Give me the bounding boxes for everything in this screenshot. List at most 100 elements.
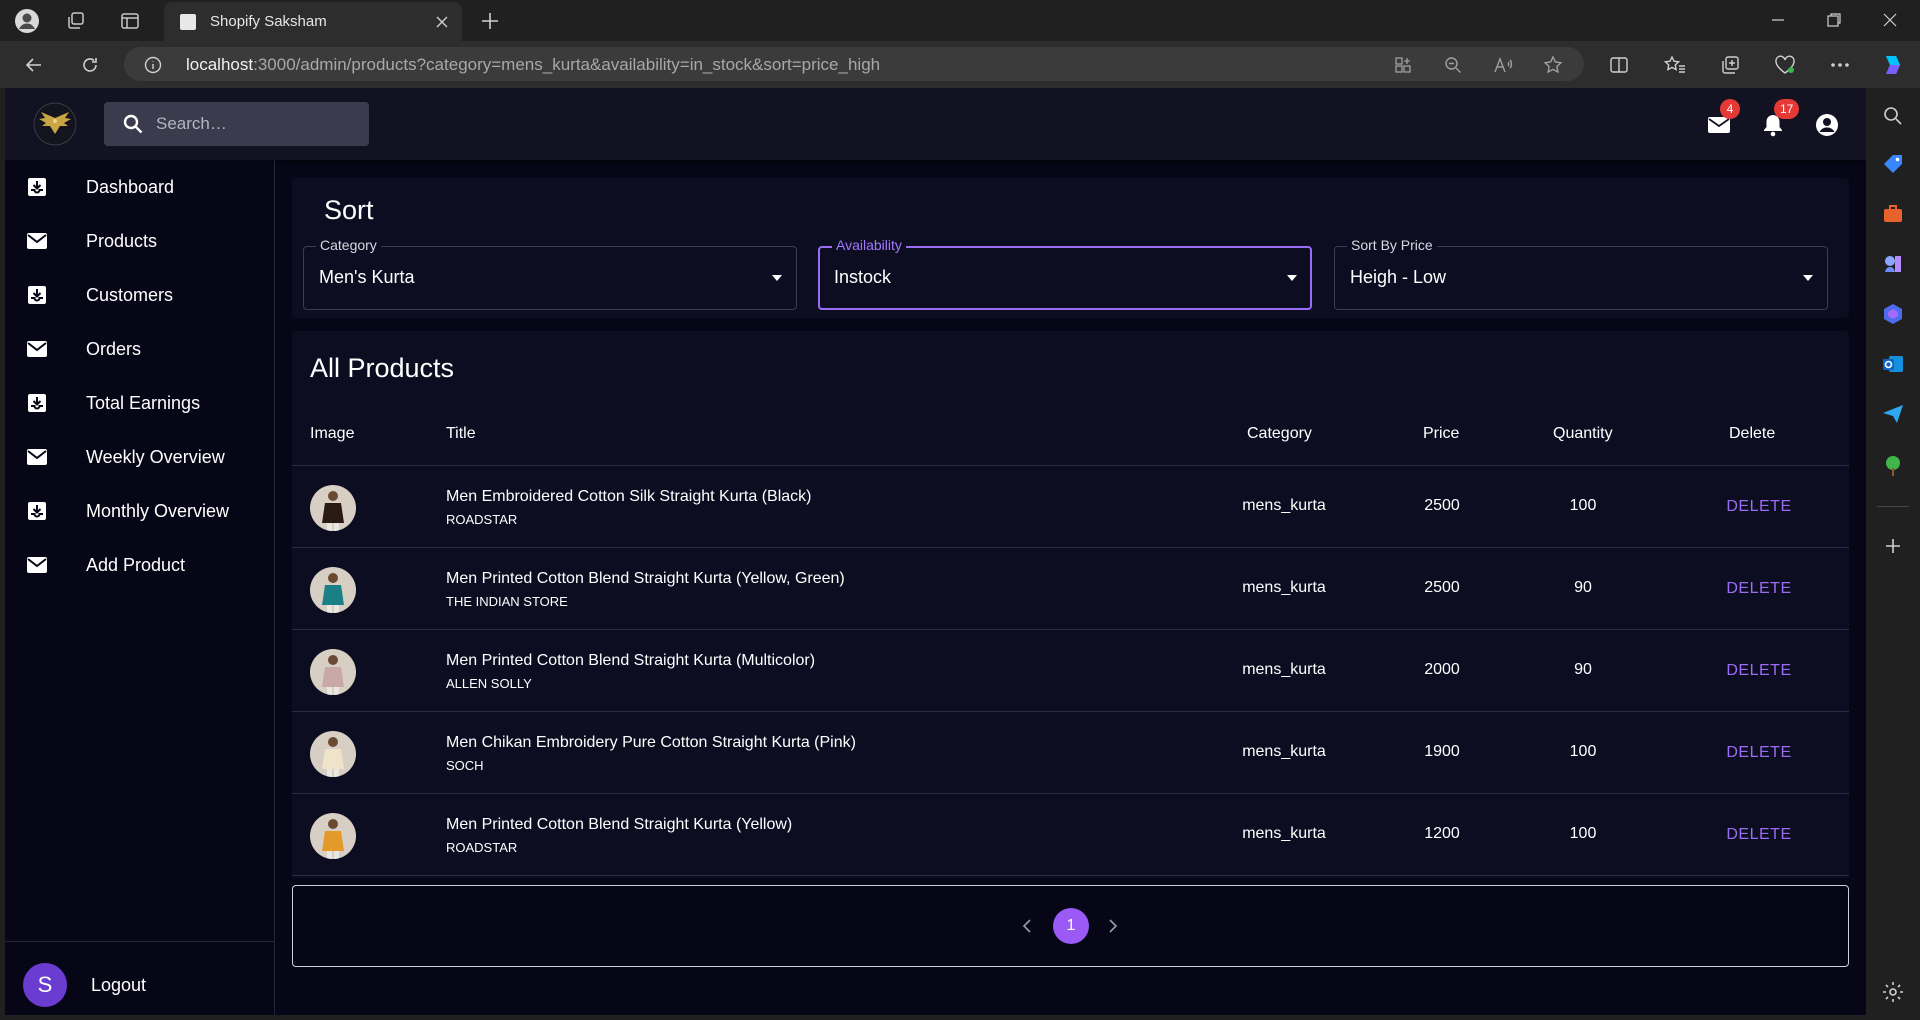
sidebar-item-products[interactable]: Products: [5, 214, 275, 268]
avatar: S: [23, 963, 67, 1007]
sort-card: Sort Category Men's Kurta Availability I…: [292, 178, 1849, 318]
eagle-logo-icon[interactable]: [33, 102, 77, 146]
product-garment-shape: [322, 749, 344, 769]
sidebar-item-dashboard[interactable]: Dashboard: [5, 160, 275, 214]
zoom-out-icon[interactable]: [1442, 54, 1464, 76]
back-icon[interactable]: [18, 50, 50, 80]
read-aloud-icon[interactable]: [1492, 54, 1514, 76]
games-icon[interactable]: [1881, 252, 1905, 276]
mail-icon: [25, 229, 49, 253]
microsoft-365-icon[interactable]: [1881, 302, 1905, 326]
delete-button[interactable]: DELETE: [1699, 662, 1819, 680]
sidebar-item-add-product[interactable]: Add Product: [5, 538, 275, 592]
close-tab-icon[interactable]: [432, 12, 452, 32]
product-title: Men Chikan Embroidery Pure Cotton Straig…: [446, 734, 856, 751]
send-icon[interactable]: [1881, 402, 1905, 426]
dropdown-caret-icon: [1287, 275, 1297, 281]
sort-title: Sort: [324, 195, 374, 225]
mail-icon: [25, 445, 49, 469]
mail-icon: [25, 553, 49, 577]
delete-button[interactable]: DELETE: [1699, 744, 1819, 762]
product-category: mens_kurta: [1242, 743, 1326, 760]
favorite-star-icon[interactable]: [1542, 54, 1564, 76]
app-available-icon[interactable]: [1392, 54, 1414, 76]
sidebar-item-label: Total Earnings: [86, 392, 201, 413]
inbox-icon: [25, 175, 49, 199]
product-brand: ROADSTAR: [446, 840, 518, 855]
product-category: mens_kurta: [1242, 825, 1326, 842]
product-price: 2500: [1424, 497, 1460, 514]
product-title: Men Embroidered Cotton Silk Straight Kur…: [446, 488, 812, 505]
sidebar-item-label: Monthly Overview: [86, 500, 230, 521]
next-page-icon[interactable]: [1103, 916, 1123, 936]
search-input[interactable]: [156, 102, 356, 146]
collections-icon[interactable]: [1715, 50, 1745, 80]
url-field[interactable]: localhost:3000/admin/products?category=m…: [124, 47, 1584, 81]
search-icon[interactable]: [1881, 104, 1905, 128]
availability-value: Instock: [834, 267, 892, 287]
logout-label: Logout: [91, 975, 147, 995]
url-path: :3000/admin/products?category=mens_kurta…: [253, 55, 881, 74]
copilot-icon[interactable]: [1878, 50, 1908, 80]
product-price: 1900: [1424, 743, 1460, 760]
minimize-icon[interactable]: [1750, 0, 1806, 40]
inbox-icon: [25, 283, 49, 307]
sort-by-price-label: Sort By Price: [1347, 237, 1437, 253]
delete-button[interactable]: DELETE: [1699, 498, 1819, 516]
notifications-button[interactable]: 17: [1760, 99, 1800, 138]
page-1-button[interactable]: 1: [1053, 908, 1089, 944]
sidebar-item-orders[interactable]: Orders: [5, 322, 275, 376]
sidebar-item-label: Orders: [86, 338, 142, 359]
shopping-tag-icon[interactable]: [1881, 152, 1905, 176]
category-select[interactable]: Category Men's Kurta: [303, 237, 797, 310]
sidebar-item-customers[interactable]: Customers: [5, 268, 275, 322]
product-thumbnail: [310, 731, 356, 777]
restore-icon[interactable]: [1806, 0, 1862, 40]
refresh-icon[interactable]: [74, 50, 106, 80]
mail-button[interactable]: 4: [1706, 99, 1740, 138]
add-icon[interactable]: [1881, 534, 1905, 558]
sort-by-price-select[interactable]: Sort By Price Heigh - Low: [1334, 237, 1828, 310]
availability-select[interactable]: Availability Instock: [818, 237, 1312, 310]
site-info-icon[interactable]: [144, 56, 162, 74]
sidebar-item-label: Dashboard: [86, 176, 175, 197]
profile-icon[interactable]: [13, 7, 41, 35]
table-row: Men Printed Cotton Blend Straight Kurta …: [292, 548, 1849, 630]
column-header-price: Price: [1423, 425, 1460, 442]
more-menu-icon[interactable]: [1825, 50, 1855, 80]
delete-button[interactable]: DELETE: [1699, 826, 1819, 844]
product-price: 2500: [1424, 579, 1460, 596]
logout-button[interactable]: S Logout: [5, 959, 275, 1013]
dropdown-caret-icon: [1803, 275, 1813, 281]
account-circle-icon: [1816, 114, 1838, 136]
previous-page-icon[interactable]: [1017, 916, 1037, 936]
product-garment-shape: [322, 585, 344, 605]
sidebar-item-total-earnings[interactable]: Total Earnings: [5, 376, 275, 430]
outlook-icon[interactable]: [1881, 352, 1905, 376]
search-box[interactable]: [104, 102, 369, 146]
product-category: mens_kurta: [1242, 579, 1326, 596]
product-thumbnail: [310, 813, 356, 859]
product-brand: SOCH: [446, 758, 484, 773]
tab-actions-icon[interactable]: [116, 7, 144, 35]
tab-shopify-saksham[interactable]: Shopify Saksham: [164, 2, 462, 41]
split-screen-icon[interactable]: [1604, 50, 1634, 80]
sort-by-price-value: Heigh - Low: [1350, 267, 1447, 287]
workspaces-icon[interactable]: [62, 7, 90, 35]
product-quantity: 90: [1574, 579, 1592, 596]
favorites-icon[interactable]: [1660, 50, 1690, 80]
browser-essentials-icon[interactable]: [1770, 50, 1800, 80]
inbox-icon: [25, 391, 49, 415]
settings-gear-icon[interactable]: [1881, 980, 1905, 1004]
notification-badge: 17: [1774, 99, 1800, 119]
product-garment-shape: [322, 831, 344, 851]
delete-button[interactable]: DELETE: [1699, 580, 1819, 598]
tools-briefcase-icon[interactable]: [1881, 202, 1905, 226]
admin-app: 4 17 Dashboard Products Customers Orders: [5, 88, 1866, 1015]
sidebar-item-monthly-overview[interactable]: Monthly Overview: [5, 484, 275, 538]
new-tab-icon[interactable]: [476, 7, 504, 35]
tree-icon[interactable]: [1881, 454, 1905, 478]
close-window-icon[interactable]: [1862, 0, 1918, 40]
sidebar-item-weekly-overview[interactable]: Weekly Overview: [5, 430, 275, 484]
account-button[interactable]: [1814, 112, 1840, 138]
